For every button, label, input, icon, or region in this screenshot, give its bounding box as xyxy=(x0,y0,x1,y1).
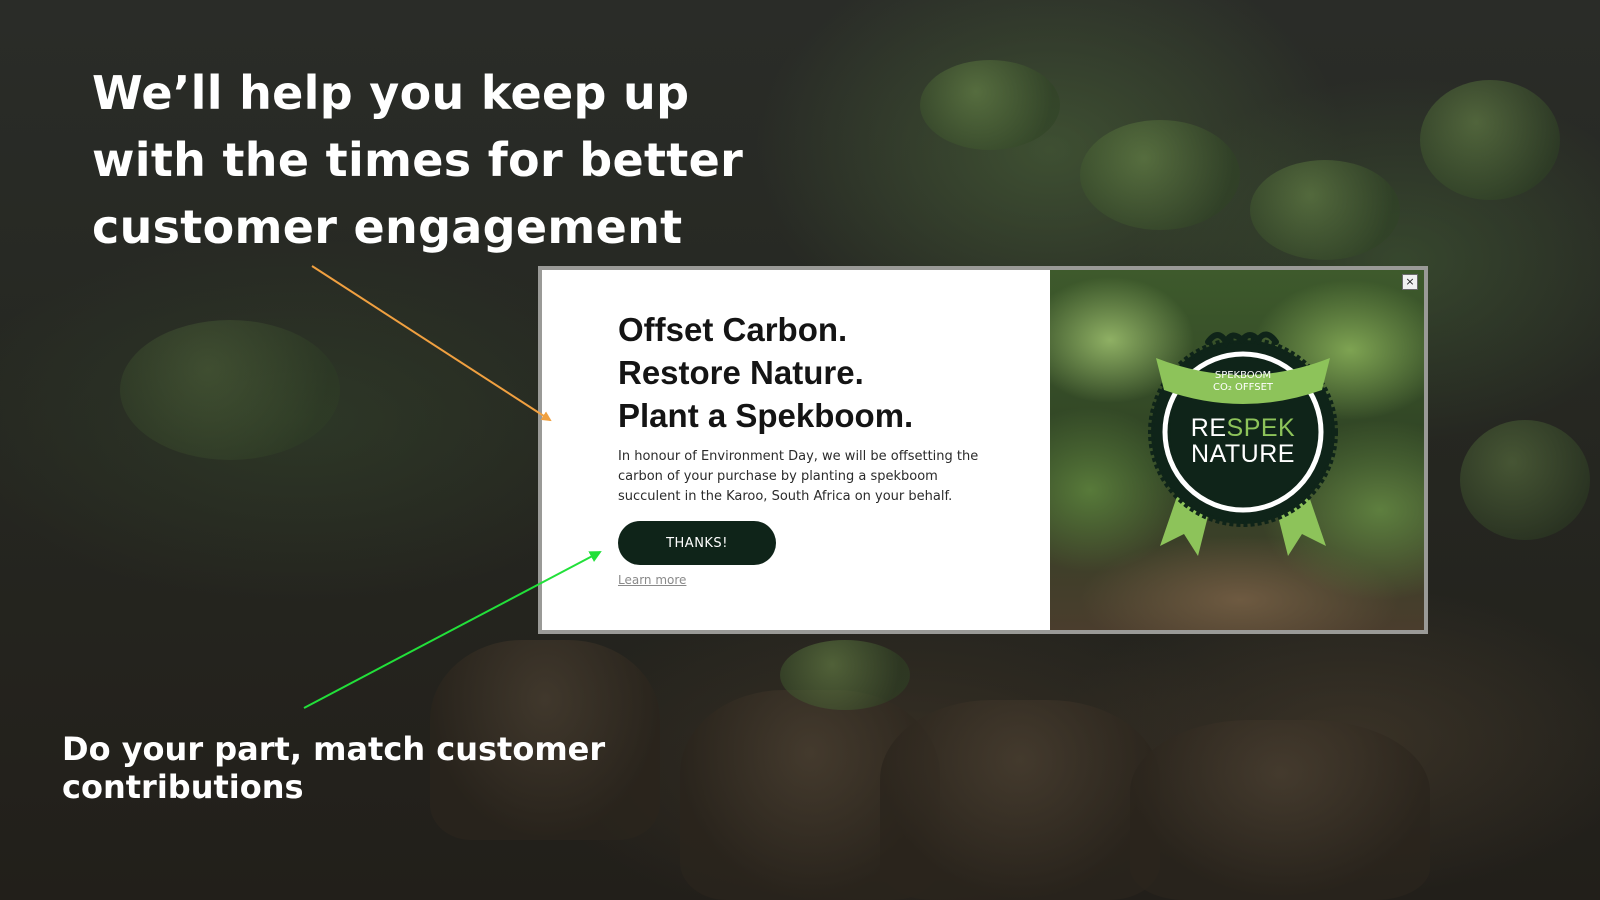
headline-line-2: with the times for better xyxy=(92,133,744,187)
slide-background: We’ll help you keep up with the times fo… xyxy=(0,0,1600,900)
popup-image-panel: × SPEKBOOM CO₂ OFFSET RESPEK NATURE xyxy=(1050,270,1424,630)
popup-title-line-2: Restore Nature. xyxy=(618,354,864,391)
orange-arrow xyxy=(311,265,552,422)
badge-spek-text: SPEK xyxy=(1227,414,1296,442)
headline-line-1: We’ll help you keep up xyxy=(92,66,690,120)
close-button[interactable]: × xyxy=(1402,274,1418,290)
caption-line-2: contributions xyxy=(62,768,304,806)
badge-ribbon-text-2: CO₂ OFFSET xyxy=(1213,382,1274,393)
bg-pot xyxy=(1130,720,1430,900)
thanks-button[interactable]: THANKS! xyxy=(618,521,776,565)
bg-leaf xyxy=(780,640,910,710)
headline-line-3: customer engagement xyxy=(92,200,683,254)
bg-leaf xyxy=(1420,80,1560,200)
slide-caption: Do your part, match customer contributio… xyxy=(62,730,682,806)
badge-re-text: RE xyxy=(1191,414,1227,442)
carbon-offset-popup: Offset Carbon. Restore Nature. Plant a S… xyxy=(538,266,1428,634)
badge-respek-text: RESPEK xyxy=(1191,414,1295,442)
bg-leaf xyxy=(1080,120,1240,230)
popup-description: In honour of Environment Day, we will be… xyxy=(618,449,979,504)
bg-leaf xyxy=(1250,160,1400,260)
popup-title-line-1: Offset Carbon. xyxy=(618,311,848,348)
bg-pot xyxy=(880,700,1160,900)
respek-nature-badge: SPEKBOOM CO₂ OFFSET RESPEK NATURE xyxy=(1148,331,1338,556)
popup-title-line-3: Plant a Spekboom. xyxy=(618,397,914,434)
bg-leaf xyxy=(1460,420,1590,540)
popup-title: Offset Carbon. Restore Nature. Plant a S… xyxy=(618,308,1020,437)
learn-more-link[interactable]: Learn more xyxy=(618,573,686,587)
caption-line-1: Do your part, match customer xyxy=(62,730,606,768)
popup-content-panel: Offset Carbon. Restore Nature. Plant a S… xyxy=(542,270,1050,630)
bg-leaf xyxy=(120,320,340,460)
slide-headline: We’ll help you keep up with the times fo… xyxy=(92,60,792,261)
bg-leaf xyxy=(920,60,1060,150)
badge-nature-text: NATURE xyxy=(1191,440,1295,468)
badge-ribbon-text-1: SPEKBOOM xyxy=(1215,370,1271,381)
